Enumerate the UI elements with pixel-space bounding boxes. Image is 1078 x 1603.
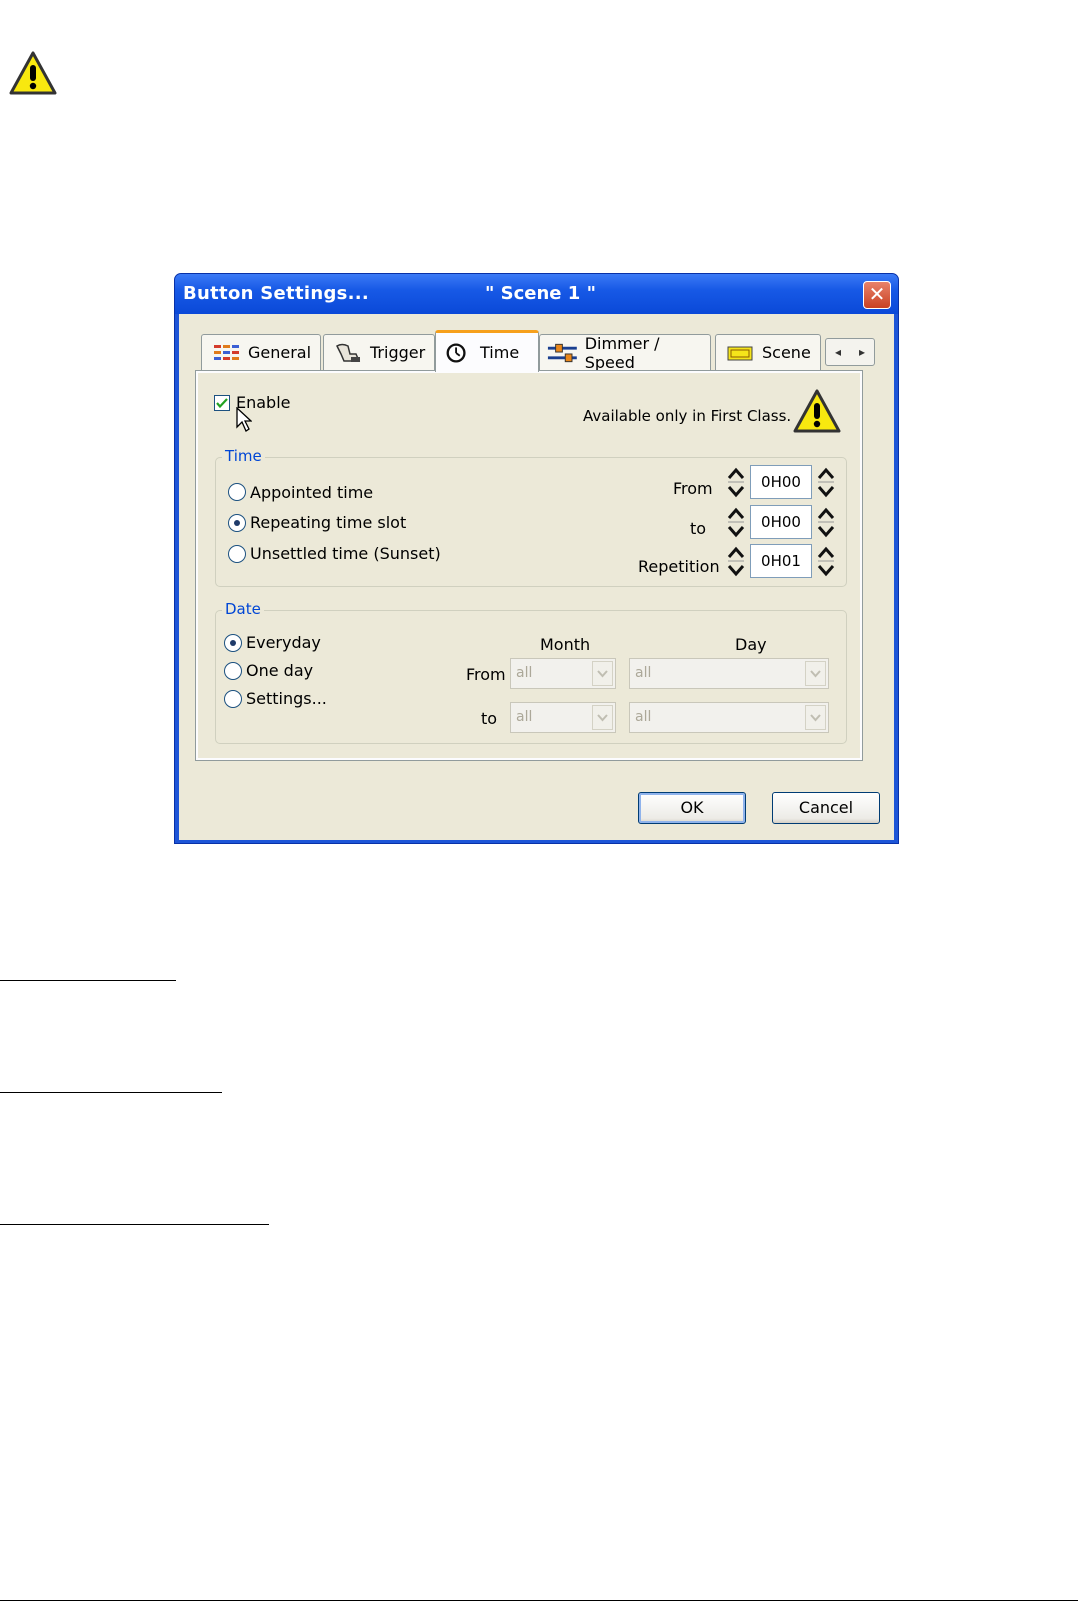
chevron-down-icon [810, 670, 821, 678]
from-month-select[interactable]: all [510, 658, 616, 689]
dialog-client: General Trigger Time Dimmer / Speed Scen… [179, 314, 894, 840]
one-day-label: One day [246, 661, 314, 680]
bottom-rule [0, 1600, 1078, 1601]
from-month-dropdown[interactable] [592, 661, 613, 686]
tab-scene[interactable]: Scene [715, 334, 821, 370]
from-time-field[interactable]: 0H00 [750, 465, 812, 499]
button-settings-window: Button Settings... " Scene 1 " ✕ General… [174, 273, 899, 844]
from-month-value: all [516, 665, 533, 681]
tab-scroll-left-icon[interactable]: ◂ [835, 345, 841, 359]
warning-icon [9, 51, 57, 95]
everyday-label: Everyday [246, 633, 321, 652]
ok-button[interactable]: OK [638, 792, 746, 824]
from-hour-spinner[interactable] [726, 465, 746, 499]
enable-checkbox[interactable] [214, 395, 230, 411]
check-icon [216, 398, 228, 409]
tab-general-label: General [248, 343, 312, 362]
scene-icon [727, 346, 753, 360]
title-bar[interactable]: Button Settings... " Scene 1 " ✕ [175, 274, 898, 314]
to-day-value: all [635, 709, 652, 725]
radio-one-day[interactable] [224, 662, 242, 680]
chevron-down-icon [810, 714, 821, 722]
first-class-notice: Available only in First Class. [583, 407, 792, 425]
tab-scroll-buttons[interactable]: ◂ ▸ [825, 338, 875, 366]
tab-scroll-right-icon[interactable]: ▸ [859, 345, 865, 359]
tab-general[interactable]: General [201, 334, 321, 370]
unsettled-time-label: Unsettled time (Sunset) [250, 544, 441, 563]
repetition-label: Repetition [638, 557, 720, 576]
from-minute-spinner[interactable] [816, 465, 836, 499]
radio-settings[interactable] [224, 690, 242, 708]
repetition-time-field[interactable]: 0H01 [750, 544, 812, 578]
radio-unsettled-time[interactable] [228, 545, 246, 563]
cancel-button[interactable]: Cancel [772, 792, 880, 824]
time-group-label: Time [222, 447, 265, 465]
chevron-down-icon [597, 670, 608, 678]
date-from-label: From [466, 665, 506, 684]
to-month-value: all [516, 709, 533, 725]
chevron-down-icon [597, 714, 608, 722]
time-from-label: From [673, 479, 713, 498]
window-title: Button Settings... [183, 283, 370, 304]
to-day-dropdown[interactable] [805, 705, 826, 730]
to-day-select[interactable]: all [629, 702, 829, 733]
to-hour-spinner[interactable] [726, 505, 746, 539]
underline-2 [0, 1092, 222, 1093]
to-minute-spinner[interactable] [816, 505, 836, 539]
tab-trigger[interactable]: Trigger [323, 334, 435, 370]
clock-icon [446, 342, 466, 363]
radio-repeating-time-slot[interactable] [228, 514, 246, 532]
repetition-hour-spinner[interactable] [726, 544, 746, 578]
to-month-dropdown[interactable] [592, 705, 613, 730]
date-group-label: Date [222, 600, 264, 618]
from-day-value: all [635, 665, 652, 681]
close-icon: ✕ [868, 282, 886, 306]
warning-icon [793, 389, 841, 433]
scene-title: " Scene 1 " [485, 283, 596, 304]
appointed-time-label: Appointed time [250, 483, 374, 502]
time-to-label: to [690, 519, 707, 538]
date-to-label: to [481, 709, 498, 728]
repeating-time-slot-label: Repeating time slot [250, 513, 407, 532]
underline-3 [0, 1224, 269, 1225]
from-day-select[interactable]: all [629, 658, 829, 689]
slider-icon [547, 343, 577, 362]
day-header: Day [735, 635, 767, 654]
to-time-field[interactable]: 0H00 [750, 505, 812, 539]
panel-body: Enable Available only in First Class. Ti… [198, 373, 860, 758]
radio-everyday[interactable] [224, 634, 242, 652]
tab-time[interactable]: Time [435, 330, 539, 372]
tab-time-label: Time [480, 343, 520, 362]
month-header: Month [540, 635, 591, 654]
radio-appointed-time[interactable] [228, 483, 246, 501]
settings-label: Settings... [246, 689, 327, 708]
tab-trigger-label: Trigger [370, 343, 426, 362]
close-button[interactable]: ✕ [863, 281, 891, 309]
underline-1 [0, 980, 176, 981]
time-tab-panel: Enable Available only in First Class. Ti… [195, 370, 863, 761]
tab-dimmer-speed-label: Dimmer / Speed [584, 333, 660, 372]
repetition-minute-spinner[interactable] [816, 544, 836, 578]
mouse-cursor-icon [236, 407, 252, 432]
grid-icon [214, 344, 239, 360]
from-day-dropdown[interactable] [805, 661, 826, 686]
hand-icon [336, 343, 361, 362]
tab-scene-label: Scene [762, 343, 811, 362]
tab-dimmer-speed[interactable]: Dimmer / Speed [539, 333, 711, 372]
to-month-select[interactable]: all [510, 702, 616, 733]
